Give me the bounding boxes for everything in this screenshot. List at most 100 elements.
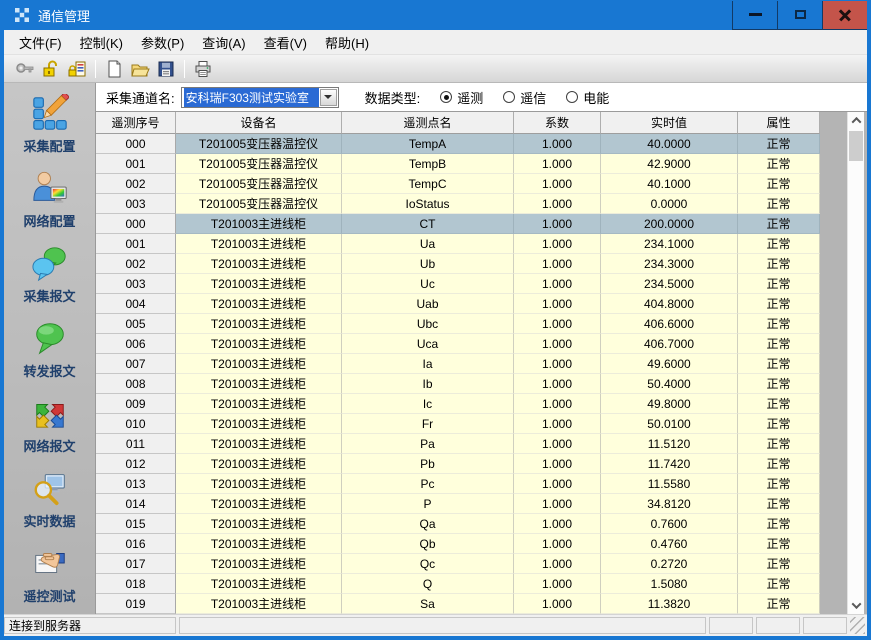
unlock-button[interactable] <box>38 57 64 81</box>
table-cell[interactable]: 1.000 <box>514 454 601 474</box>
row-index-cell[interactable]: 004 <box>96 294 176 314</box>
table-cell[interactable]: T201005变压器温控仪 <box>176 174 342 194</box>
table-cell[interactable]: 正常 <box>738 474 820 494</box>
table-cell[interactable]: T201003主进线柜 <box>176 534 342 554</box>
table-cell[interactable]: Pb <box>342 454 514 474</box>
table-cell[interactable]: 正常 <box>738 394 820 414</box>
sidebar-item-collect-config[interactable]: 采集配置 <box>8 93 92 155</box>
table-cell[interactable]: 1.000 <box>514 434 601 454</box>
table-cell[interactable]: 0.7600 <box>601 514 738 534</box>
table-row[interactable]: 006T201003主进线柜Uca1.000406.7000正常 <box>96 334 820 354</box>
table-cell[interactable]: T201003主进线柜 <box>176 354 342 374</box>
row-index-cell[interactable]: 001 <box>96 154 176 174</box>
table-cell[interactable]: Ia <box>342 354 514 374</box>
table-cell[interactable]: T201003主进线柜 <box>176 274 342 294</box>
menu-item-params[interactable]: 参数(P) <box>132 30 193 55</box>
table-cell[interactable]: 1.000 <box>514 254 601 274</box>
table-row[interactable]: 016T201003主进线柜Qb1.0000.4760正常 <box>96 534 820 554</box>
radio-energy[interactable]: 电能 <box>566 88 609 107</box>
table-cell[interactable]: 正常 <box>738 174 820 194</box>
table-cell[interactable]: T201003主进线柜 <box>176 554 342 574</box>
table-cell[interactable]: T201003主进线柜 <box>176 434 342 454</box>
table-cell[interactable]: 1.000 <box>514 274 601 294</box>
table-cell[interactable]: Uab <box>342 294 514 314</box>
menu-item-file[interactable]: 文件(F) <box>10 30 71 55</box>
table-cell[interactable]: 正常 <box>738 434 820 454</box>
table-cell[interactable]: 1.000 <box>514 194 601 214</box>
table-cell[interactable]: T201003主进线柜 <box>176 454 342 474</box>
row-index-cell[interactable]: 015 <box>96 514 176 534</box>
table-cell[interactable]: 406.7000 <box>601 334 738 354</box>
table-cell[interactable]: T201003主进线柜 <box>176 374 342 394</box>
save-button[interactable] <box>153 57 179 81</box>
table-cell[interactable]: 200.0000 <box>601 214 738 234</box>
row-index-cell[interactable]: 000 <box>96 134 176 154</box>
table-row[interactable]: 008T201003主进线柜Ib1.00050.4000正常 <box>96 374 820 394</box>
table-cell[interactable]: Q <box>342 574 514 594</box>
table-cell[interactable]: 11.5120 <box>601 434 738 454</box>
table-cell[interactable]: 1.000 <box>514 334 601 354</box>
table-row[interactable]: 018T201003主进线柜Q1.0001.5080正常 <box>96 574 820 594</box>
table-cell[interactable]: 1.000 <box>514 594 601 614</box>
row-index-cell[interactable]: 012 <box>96 454 176 474</box>
row-index-cell[interactable]: 003 <box>96 194 176 214</box>
menu-item-help[interactable]: 帮助(H) <box>316 30 378 55</box>
table-cell[interactable]: 234.5000 <box>601 274 738 294</box>
table-cell[interactable]: 1.000 <box>514 294 601 314</box>
table-cell[interactable]: T201003主进线柜 <box>176 234 342 254</box>
chevron-down-icon[interactable] <box>320 89 337 106</box>
sidebar-item-realtime-data[interactable]: 实时数据 <box>8 468 92 530</box>
row-index-cell[interactable]: 009 <box>96 394 176 414</box>
table-row[interactable]: 015T201003主进线柜Qa1.0000.7600正常 <box>96 514 820 534</box>
row-index-cell[interactable]: 016 <box>96 534 176 554</box>
resize-grip[interactable] <box>850 617 865 634</box>
menu-item-view[interactable]: 查看(V) <box>255 30 316 55</box>
close-button[interactable] <box>822 1 868 30</box>
key-button[interactable] <box>12 57 38 81</box>
table-cell[interactable]: T201005变压器温控仪 <box>176 154 342 174</box>
row-index-cell[interactable]: 019 <box>96 594 176 614</box>
table-cell[interactable]: 1.000 <box>514 534 601 554</box>
table-cell[interactable]: TempC <box>342 174 514 194</box>
vertical-scrollbar[interactable] <box>847 112 864 614</box>
table-cell[interactable]: 正常 <box>738 154 820 174</box>
table-cell[interactable]: 1.000 <box>514 554 601 574</box>
table-cell[interactable]: Ub <box>342 254 514 274</box>
table-cell[interactable]: 0.2720 <box>601 554 738 574</box>
minimize-button[interactable] <box>732 1 778 30</box>
table-cell[interactable]: 正常 <box>738 214 820 234</box>
table-cell[interactable]: TempA <box>342 134 514 154</box>
table-cell[interactable]: T201003主进线柜 <box>176 494 342 514</box>
table-row[interactable]: 003T201005变压器温控仪IoStatus1.0000.0000正常 <box>96 194 820 214</box>
print-button[interactable] <box>190 57 216 81</box>
row-index-cell[interactable]: 017 <box>96 554 176 574</box>
table-cell[interactable]: T201003主进线柜 <box>176 294 342 314</box>
table-cell[interactable]: 1.000 <box>514 414 601 434</box>
table-cell[interactable]: Ib <box>342 374 514 394</box>
table-cell[interactable]: 正常 <box>738 274 820 294</box>
table-cell[interactable]: 正常 <box>738 494 820 514</box>
table-cell[interactable]: T201003主进线柜 <box>176 334 342 354</box>
table-cell[interactable]: 11.7420 <box>601 454 738 474</box>
row-index-cell[interactable]: 005 <box>96 314 176 334</box>
table-row[interactable]: 002T201003主进线柜Ub1.000234.3000正常 <box>96 254 820 274</box>
scroll-thumb[interactable] <box>849 131 863 161</box>
table-cell[interactable]: 50.0100 <box>601 414 738 434</box>
table-row[interactable]: 007T201003主进线柜Ia1.00049.6000正常 <box>96 354 820 374</box>
table-cell[interactable]: 1.000 <box>514 214 601 234</box>
table-cell[interactable]: Ubc <box>342 314 514 334</box>
scroll-down-button[interactable] <box>848 597 864 614</box>
sidebar-item-network-message[interactable]: 网络报文 <box>8 393 92 455</box>
row-index-cell[interactable]: 002 <box>96 254 176 274</box>
table-cell[interactable]: 正常 <box>738 194 820 214</box>
table-row[interactable]: 009T201003主进线柜Ic1.00049.8000正常 <box>96 394 820 414</box>
menu-item-control[interactable]: 控制(K) <box>71 30 132 55</box>
row-index-cell[interactable]: 000 <box>96 214 176 234</box>
table-cell[interactable]: T201003主进线柜 <box>176 474 342 494</box>
row-index-cell[interactable]: 010 <box>96 414 176 434</box>
table-row[interactable]: 005T201003主进线柜Ubc1.000406.6000正常 <box>96 314 820 334</box>
table-cell[interactable]: 1.000 <box>514 574 601 594</box>
maximize-button[interactable] <box>777 1 823 30</box>
row-index-cell[interactable]: 001 <box>96 234 176 254</box>
table-cell[interactable]: 1.000 <box>514 154 601 174</box>
